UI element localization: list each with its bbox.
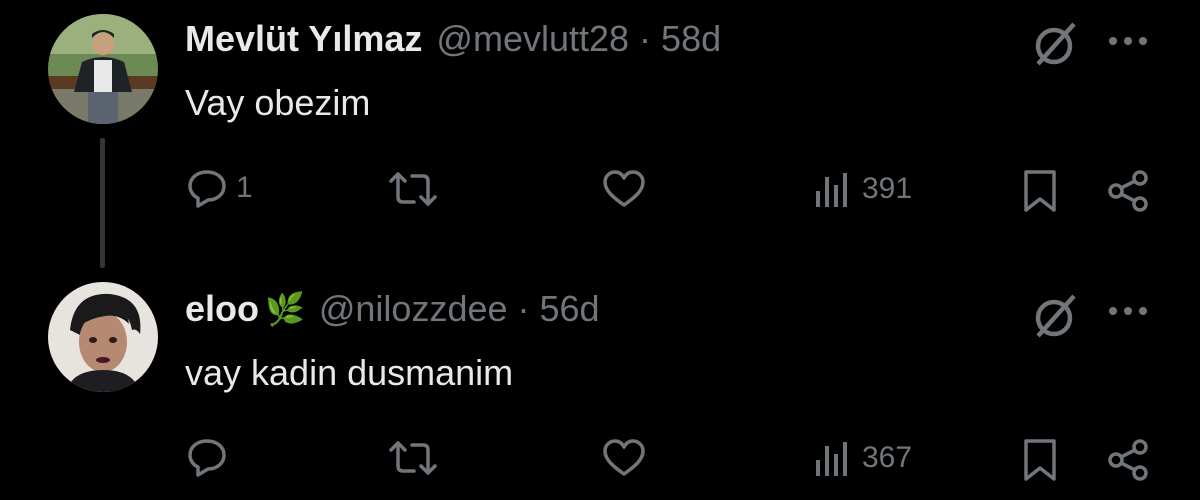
separator-dot: · — [639, 18, 652, 59]
action-bar: 1 391 — [0, 167, 1200, 217]
more-icon[interactable] — [1108, 304, 1148, 322]
grok-icon[interactable] — [1028, 290, 1080, 347]
views-icon — [814, 438, 854, 478]
separator-dot: · — [517, 288, 530, 329]
avatar[interactable] — [48, 282, 158, 392]
user-handle[interactable]: @nilozzdee — [319, 288, 508, 330]
like-button[interactable] — [602, 169, 646, 209]
tweet-text: Vay obezim — [185, 82, 371, 123]
bookmark-button[interactable] — [1022, 169, 1058, 213]
like-icon — [602, 169, 646, 209]
like-button[interactable] — [602, 438, 646, 478]
retweet-button[interactable] — [387, 169, 439, 209]
reply-button[interactable] — [186, 436, 236, 478]
name-emoji: 🌿 — [265, 291, 305, 327]
retweet-icon — [387, 438, 439, 478]
share-button[interactable] — [1106, 169, 1150, 213]
more-icon[interactable] — [1108, 34, 1148, 52]
tweet-header: Mevlüt Yılmaz @mevlutt28 · 58d — [185, 18, 721, 60]
bookmark-button[interactable] — [1022, 438, 1058, 482]
avatar[interactable] — [48, 14, 158, 124]
views-count: 391 — [862, 172, 913, 205]
reply-icon — [186, 167, 228, 209]
bookmark-icon — [1022, 169, 1058, 213]
tweet-2[interactable]: eloo 🌿 @nilozzdee · 56d vay kadin dusman… — [0, 270, 1200, 500]
display-name[interactable]: Mevlüt Yılmaz — [185, 18, 422, 60]
retweet-button[interactable] — [387, 438, 439, 478]
tweet-1[interactable]: Mevlüt Yılmaz @mevlutt28 · 58d Vay obezi… — [0, 0, 1200, 270]
views-icon — [814, 169, 854, 209]
like-icon — [602, 438, 646, 478]
tweet-header: eloo 🌿 @nilozzdee · 56d — [185, 288, 600, 330]
timestamp[interactable]: 58d — [661, 18, 721, 60]
share-button[interactable] — [1106, 438, 1150, 482]
display-name[interactable]: eloo — [185, 288, 259, 330]
views-count: 367 — [862, 441, 913, 474]
reply-button[interactable]: 1 — [186, 167, 253, 209]
user-handle[interactable]: @mevlutt28 — [436, 18, 629, 60]
views-button[interactable]: 367 — [814, 438, 912, 478]
reply-icon — [186, 436, 228, 478]
action-bar: 367 — [0, 436, 1200, 486]
grok-icon[interactable] — [1028, 18, 1080, 75]
retweet-icon — [387, 169, 439, 209]
share-icon — [1106, 169, 1150, 213]
share-icon — [1106, 438, 1150, 482]
tweet-text: vay kadin dusmanim — [185, 352, 514, 393]
views-button[interactable]: 391 — [814, 169, 912, 209]
bookmark-icon — [1022, 438, 1058, 482]
reply-count: 1 — [236, 171, 253, 204]
timestamp[interactable]: 56d — [540, 288, 600, 330]
